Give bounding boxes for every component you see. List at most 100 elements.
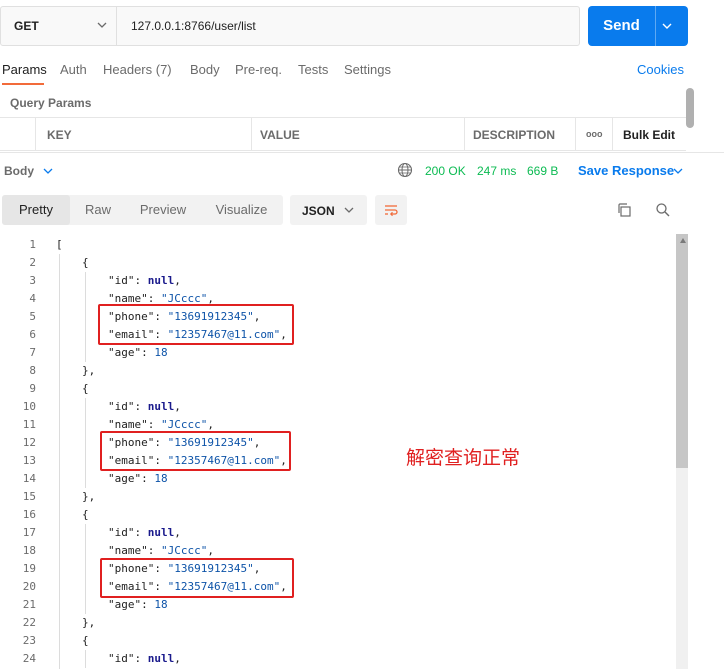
column-description-label: DESCRIPTION [473, 128, 556, 142]
line-number: 12 [22, 436, 36, 449]
line-number: 17 [22, 526, 36, 539]
code-line: 1[ [0, 236, 670, 254]
code-text: }, [82, 488, 95, 506]
tab-raw[interactable]: Raw [70, 195, 126, 225]
bulk-edit-button[interactable]: Bulk Edit [613, 118, 686, 151]
code-token: : [134, 526, 148, 539]
line-number: 6 [29, 328, 36, 341]
code-token: null [147, 274, 175, 287]
wrap-lines-button[interactable] [375, 195, 407, 225]
code-line: 9{ [0, 380, 670, 398]
line-number: 22 [22, 616, 36, 629]
url-box: GET 127.0.0.1:8766/user/list [0, 6, 580, 46]
code-token: , [174, 400, 181, 413]
column-value: VALUE [252, 118, 465, 151]
code-token: null [147, 526, 175, 539]
code-text: }, [82, 614, 95, 632]
tab-preview[interactable]: Preview [126, 195, 200, 225]
code-token: : [147, 418, 161, 431]
code-token: { [82, 508, 89, 521]
line-number: 15 [22, 490, 36, 503]
line-number: 24 [22, 652, 36, 665]
code-token: : [141, 598, 155, 611]
tab-tests[interactable]: Tests [298, 62, 328, 77]
save-response-button[interactable]: Save Response [578, 163, 674, 178]
annotation-highlight-2 [100, 431, 291, 471]
view-mode-tabs: Pretty Raw Preview Visualize [2, 195, 283, 225]
line-number: 13 [22, 454, 36, 467]
code-line: 8}, [0, 362, 670, 380]
code-token: { [82, 634, 89, 647]
copy-icon[interactable] [616, 202, 632, 218]
code-token: : [134, 400, 148, 413]
status-code[interactable]: 200 OK [425, 164, 466, 178]
code-token: 18 [154, 598, 168, 611]
tab-pretty[interactable]: Pretty [2, 195, 70, 225]
code-token: null [147, 652, 175, 665]
url-input[interactable]: 127.0.0.1:8766/user/list [131, 19, 256, 33]
params-scrollbar[interactable] [686, 88, 694, 128]
code-text: "age": 18 [108, 344, 168, 362]
code-line: 14 "age": 18 [0, 470, 670, 488]
line-number: 11 [22, 418, 36, 431]
tab-params[interactable]: Params [2, 62, 47, 77]
code-token: , [174, 652, 181, 665]
line-number: 18 [22, 544, 36, 557]
code-text: "age": 18 [108, 596, 168, 614]
search-icon[interactable] [655, 202, 671, 218]
tab-settings[interactable]: Settings [344, 62, 391, 77]
chevron-down-icon[interactable] [660, 19, 674, 33]
code-text: "id": null, [108, 524, 181, 542]
globe-icon[interactable] [397, 162, 413, 178]
tab-headers[interactable]: Headers (7) [103, 62, 172, 77]
code-text: { [82, 506, 89, 524]
chevron-down-icon [97, 22, 107, 28]
editor-scrollbar-thumb[interactable] [676, 234, 688, 468]
line-number: 8 [29, 364, 36, 377]
line-number: 10 [22, 400, 36, 413]
column-key-label: KEY [47, 128, 72, 142]
line-number: 7 [29, 346, 36, 359]
code-token: null [147, 400, 175, 413]
code-token: }, [82, 616, 96, 629]
tab-pre-request[interactable]: Pre-req. [235, 62, 282, 77]
code-token: , [174, 526, 181, 539]
code-token: : [134, 652, 148, 665]
chevron-down-icon[interactable] [42, 165, 54, 177]
send-button[interactable]: Send [588, 6, 688, 46]
code-token: "id" [108, 400, 135, 413]
code-token: }, [82, 490, 96, 503]
code-token: : [134, 274, 148, 287]
tab-visualize[interactable]: Visualize [200, 195, 283, 225]
code-line: 24 "id": null, [0, 650, 670, 668]
method-select[interactable]: GET [1, 7, 117, 45]
code-token: { [82, 256, 89, 269]
response-time[interactable]: 247 ms [477, 164, 516, 178]
format-select[interactable]: JSON [290, 195, 367, 225]
code-token: "JCccc" [161, 418, 208, 431]
code-token: "name" [108, 544, 148, 557]
tab-auth[interactable]: Auth [60, 62, 87, 77]
code-token: "age" [108, 598, 142, 611]
code-token: , [207, 544, 214, 557]
column-value-label: VALUE [260, 128, 300, 142]
response-bar: Body 200 OK 247 ms 669 B Save Response [0, 152, 724, 186]
chevron-down-icon [344, 207, 354, 213]
cookies-link[interactable]: Cookies [637, 62, 684, 77]
chevron-down-icon[interactable] [672, 165, 684, 177]
line-number: 1 [29, 238, 36, 251]
more-options-button[interactable]: ooo [576, 118, 613, 151]
response-size[interactable]: 669 B [527, 164, 558, 178]
wrap-lines-icon [385, 205, 398, 217]
scroll-up-icon[interactable] [680, 238, 686, 243]
response-body-select[interactable]: Body [4, 164, 34, 178]
line-number: 16 [22, 508, 36, 521]
code-line: 22}, [0, 614, 670, 632]
code-text: "age": 18 [108, 470, 168, 488]
code-token: "id" [108, 526, 135, 539]
code-line: 17 "id": null, [0, 524, 670, 542]
code-line: 10 "id": null, [0, 398, 670, 416]
code-token: { [82, 382, 89, 395]
tab-body[interactable]: Body [190, 62, 220, 77]
annotation-note: 解密查询正常 [406, 447, 521, 469]
